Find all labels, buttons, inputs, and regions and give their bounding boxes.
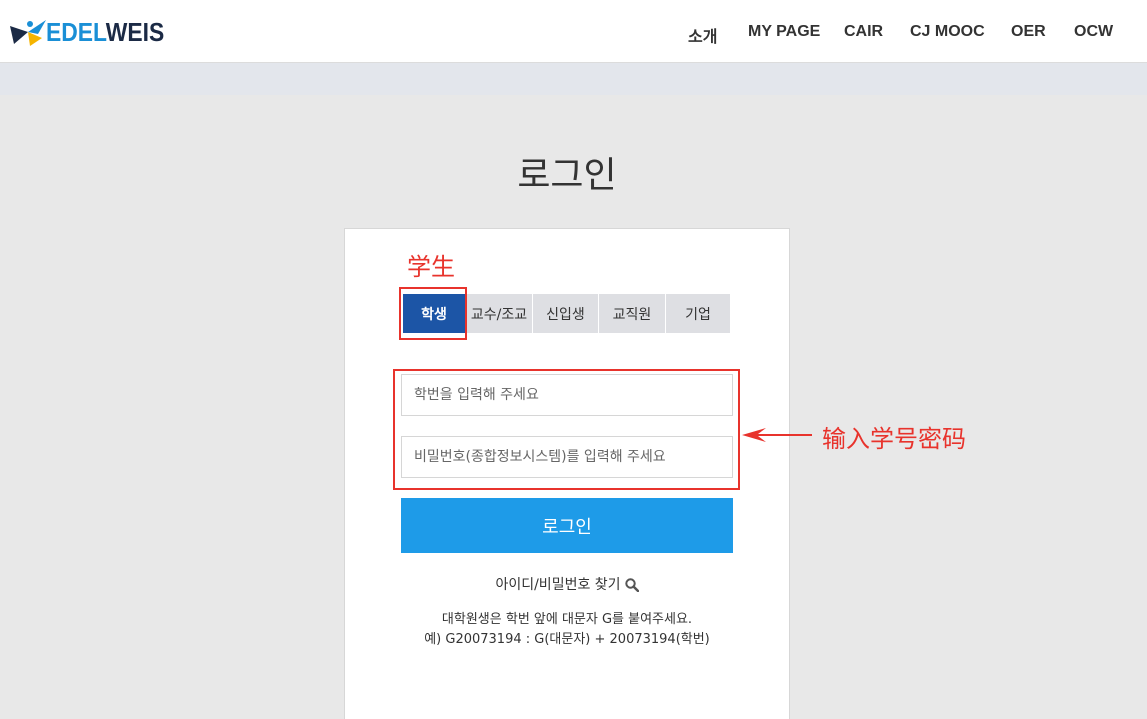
annotation-student-label: 学生 (407, 253, 455, 281)
edelweis-logo-icon (10, 20, 46, 46)
find-account-label: 아이디/비밀번호 찾기 (495, 577, 621, 593)
logo-wordmark: EDELWEIS (46, 17, 165, 47)
tab-freshman[interactable]: 신입생 (533, 294, 598, 333)
annotation-arrow-icon (742, 428, 812, 442)
nav-item-cjmooc[interactable]: CJ MOOC (910, 23, 985, 41)
nav-item-intro[interactable]: 소개 (688, 23, 717, 47)
tab-professor[interactable]: 교수/조교 (466, 294, 532, 333)
login-button[interactable]: 로그인 (401, 498, 733, 553)
sub-navigation-bar (0, 63, 1147, 95)
tab-company[interactable]: 기업 (666, 294, 730, 333)
nav-item-cair[interactable]: CAIR (844, 23, 883, 41)
site-logo[interactable]: EDELWEIS (8, 16, 180, 48)
nav-item-ocw[interactable]: OCW (1074, 23, 1113, 41)
find-account-link[interactable]: 아이디/비밀번호 찾기 (344, 574, 790, 594)
nav-item-mypage[interactable]: MY PAGE (748, 23, 820, 41)
graduate-note: 대학원생은 학번 앞에 대문자 G를 붙여주세요. 예) G20073194 :… (344, 610, 790, 650)
note-line-2: 예) G20073194 : G(대문자) + 20073194(학번) (424, 632, 710, 647)
nav-item-oer[interactable]: OER (1011, 23, 1046, 41)
page-title: 로그인 (517, 155, 617, 196)
note-line-1: 대학원생은 학번 앞에 대문자 G를 붙여주세요. (441, 612, 693, 627)
site-header: EDELWEIS 소개 MY PAGE CAIR CJ MOOC OER OCW (0, 0, 1147, 63)
search-icon (624, 578, 639, 592)
annotation-input-hint: 输入学号密码 (822, 425, 966, 453)
annotation-box-fields (393, 369, 740, 490)
annotation-box-student-tab (399, 287, 467, 340)
tab-staff[interactable]: 교직원 (599, 294, 665, 333)
